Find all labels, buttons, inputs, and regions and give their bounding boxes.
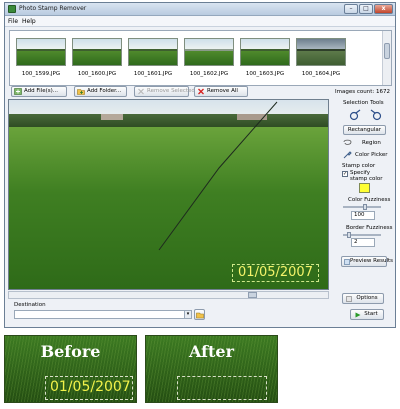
window-title: Photo Stamp Remover: [19, 5, 87, 12]
preview-results-button[interactable]: Preview Results: [341, 256, 393, 267]
color-picker-label[interactable]: Color Picker: [355, 152, 388, 158]
screenshot-stage: Photo Stamp Remover – □ x File Help 100_…: [0, 0, 400, 409]
thumbnail-image[interactable]: [16, 38, 66, 66]
browse-folder-button[interactable]: [194, 309, 205, 320]
power-line: [158, 101, 278, 251]
play-icon: [355, 312, 361, 318]
color-picker-icon[interactable]: [343, 151, 352, 159]
thumbnail-image[interactable]: [72, 38, 122, 66]
thumbnail-scrollbar[interactable]: [382, 31, 391, 85]
border-fuzziness-field[interactable]: 2: [351, 238, 375, 247]
preview-horizontal-scrollbar[interactable]: [8, 291, 329, 299]
deselect-tool-icon[interactable]: [369, 109, 383, 121]
border-fuzziness-label: Border Fuzziness: [346, 225, 393, 231]
options-button[interactable]: Options: [342, 293, 384, 304]
selection-tools-heading: Selection Tools: [343, 100, 384, 106]
after-title: After: [188, 342, 234, 361]
color-fuzziness-label: Color Fuzziness: [348, 197, 391, 203]
scrollbar-thumb[interactable]: [248, 292, 257, 298]
thumbnail-label: 100_1604.JPG: [301, 71, 341, 77]
before-title: Before: [40, 342, 101, 361]
color-fuzziness-slider[interactable]: [343, 204, 381, 210]
photo-preview[interactable]: 01/05/2007: [8, 99, 329, 290]
remove-selected-icon: [138, 88, 144, 95]
date-stamp-selection[interactable]: 01/05/2007: [232, 264, 319, 282]
preview-results-label: Preview Results: [350, 258, 394, 264]
minimize-button[interactable]: –: [344, 4, 358, 14]
close-button[interactable]: x: [374, 4, 393, 14]
thumbnail-image[interactable]: [128, 38, 178, 66]
after-example: After: [145, 335, 278, 403]
add-folder-button[interactable]: Add Folder...: [74, 86, 127, 97]
scrollbar-thumb[interactable]: [384, 43, 390, 59]
specify-stamp-color-label: Specify stamp color: [350, 170, 383, 182]
stamp-color-heading: Stamp color: [342, 163, 376, 169]
remove-all-label: Remove All: [207, 88, 238, 94]
start-label: Start: [364, 311, 378, 317]
add-files-label: Add File(s)...: [24, 88, 59, 94]
app-icon: [8, 5, 16, 13]
preview-icon: [344, 259, 350, 265]
region-tool-label[interactable]: Region: [362, 140, 381, 146]
maximize-button[interactable]: □: [359, 4, 373, 14]
specify-stamp-color-checkbox[interactable]: ✓: [342, 171, 348, 177]
thumbnail-label: 100_1600.JPG: [77, 71, 117, 77]
title-bar[interactable]: Photo Stamp Remover – □ x: [5, 3, 395, 16]
start-button[interactable]: Start: [350, 309, 384, 320]
add-folder-icon: [77, 89, 85, 95]
destination-label: Destination: [14, 302, 46, 308]
options-label: Options: [356, 295, 378, 301]
thumbnail-image[interactable]: [296, 38, 346, 66]
add-folder-label: Add Folder...: [87, 88, 122, 94]
rectangular-tool-button[interactable]: Rectangular: [343, 125, 386, 135]
rectangular-tool-label: Rectangular: [347, 127, 382, 133]
remove-selected-label: Remove Selected: [147, 88, 195, 94]
before-example: Before 01/05/2007: [4, 335, 137, 403]
folder-icon: [196, 312, 204, 319]
menu-file[interactable]: File: [8, 18, 18, 25]
thumbnail-label: 100_1601.JPG: [133, 71, 173, 77]
thumbnail-image[interactable]: [184, 38, 234, 66]
destination-dropdown-arrow[interactable]: ▾: [184, 310, 192, 319]
thumbnail-label: 100_1599.JPG: [21, 71, 61, 77]
stamp-color-swatch[interactable]: [359, 183, 370, 193]
select-tool-icon[interactable]: [349, 109, 363, 121]
color-fuzziness-field[interactable]: 100: [351, 211, 375, 220]
remove-selected-button[interactable]: Remove Selected: [134, 86, 195, 97]
menu-help[interactable]: Help: [22, 18, 36, 25]
region-tool-icon[interactable]: [343, 139, 352, 146]
images-count: Images count: 1672: [335, 89, 390, 95]
menu-bar: File Help: [5, 16, 395, 27]
add-file-icon: [14, 88, 22, 95]
thumbnail-image[interactable]: [240, 38, 290, 66]
thumbnail-label: 100_1602.JPG: [189, 71, 229, 77]
remove-all-button[interactable]: Remove All: [194, 86, 248, 97]
destination-combobox[interactable]: [14, 310, 192, 319]
add-files-button[interactable]: Add File(s)...: [11, 86, 67, 97]
thumbnail-label: 100_1603.JPG: [245, 71, 285, 77]
remove-all-icon: [198, 88, 204, 95]
after-stamp-selection: [177, 376, 267, 400]
thumbnail-strip: 100_1599.JPG 100_1600.JPG 100_1601.JPG 1…: [9, 30, 392, 86]
before-date-stamp: 01/05/2007: [50, 379, 131, 395]
options-icon: [346, 296, 352, 302]
